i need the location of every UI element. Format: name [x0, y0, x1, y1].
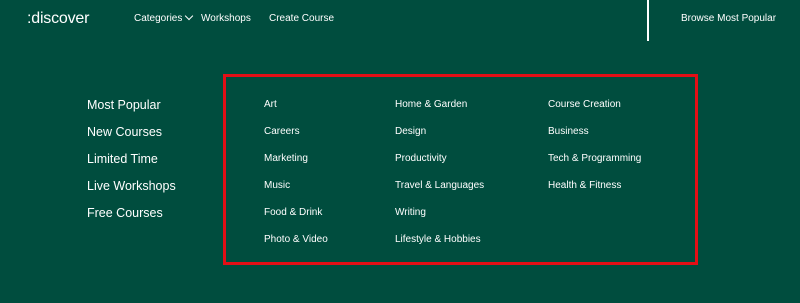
site-logo[interactable]: :discover: [27, 10, 89, 28]
nav-browse-most-popular-link[interactable]: Browse Most Popular: [681, 13, 776, 24]
category-health-fitness[interactable]: Health & Fitness: [548, 180, 641, 207]
sidebar-item-new-courses[interactable]: New Courses: [87, 125, 176, 152]
sidebar-item-live-workshops[interactable]: Live Workshops: [87, 179, 176, 206]
category-lifestyle-hobbies[interactable]: Lifestyle & Hobbies: [395, 234, 484, 261]
categories-column-1: Art Careers Marketing Music Food & Drink…: [264, 99, 328, 261]
category-food-drink[interactable]: Food & Drink: [264, 207, 328, 234]
sidebar-item-free-courses[interactable]: Free Courses: [87, 206, 176, 233]
categories-column-2: Home & Garden Design Productivity Travel…: [395, 99, 484, 261]
category-music[interactable]: Music: [264, 180, 328, 207]
category-art[interactable]: Art: [264, 99, 328, 126]
nav-workshops-link[interactable]: Workshops: [201, 13, 251, 24]
sidebar-item-most-popular[interactable]: Most Popular: [87, 98, 176, 125]
category-home-garden[interactable]: Home & Garden: [395, 99, 484, 126]
category-tech-programming[interactable]: Tech & Programming: [548, 153, 641, 180]
sidebar-list: Most Popular New Courses Limited Time Li…: [87, 98, 176, 233]
category-writing[interactable]: Writing: [395, 207, 484, 234]
sidebar-item-limited-time[interactable]: Limited Time: [87, 152, 176, 179]
nav-categories-dropdown[interactable]: Categories: [134, 11, 194, 24]
nav-categories-label: Categories: [134, 13, 183, 24]
header-divider: [647, 0, 649, 41]
category-productivity[interactable]: Productivity: [395, 153, 484, 180]
category-photo-video[interactable]: Photo & Video: [264, 234, 328, 261]
category-course-creation[interactable]: Course Creation: [548, 99, 641, 126]
categories-column-3: Course Creation Business Tech & Programm…: [548, 99, 641, 207]
category-business[interactable]: Business: [548, 126, 641, 153]
chevron-down-icon: [185, 11, 194, 21]
category-travel-languages[interactable]: Travel & Languages: [395, 180, 484, 207]
category-design[interactable]: Design: [395, 126, 484, 153]
category-careers[interactable]: Careers: [264, 126, 328, 153]
category-marketing[interactable]: Marketing: [264, 153, 328, 180]
nav-create-course-link[interactable]: Create Course: [269, 13, 334, 24]
